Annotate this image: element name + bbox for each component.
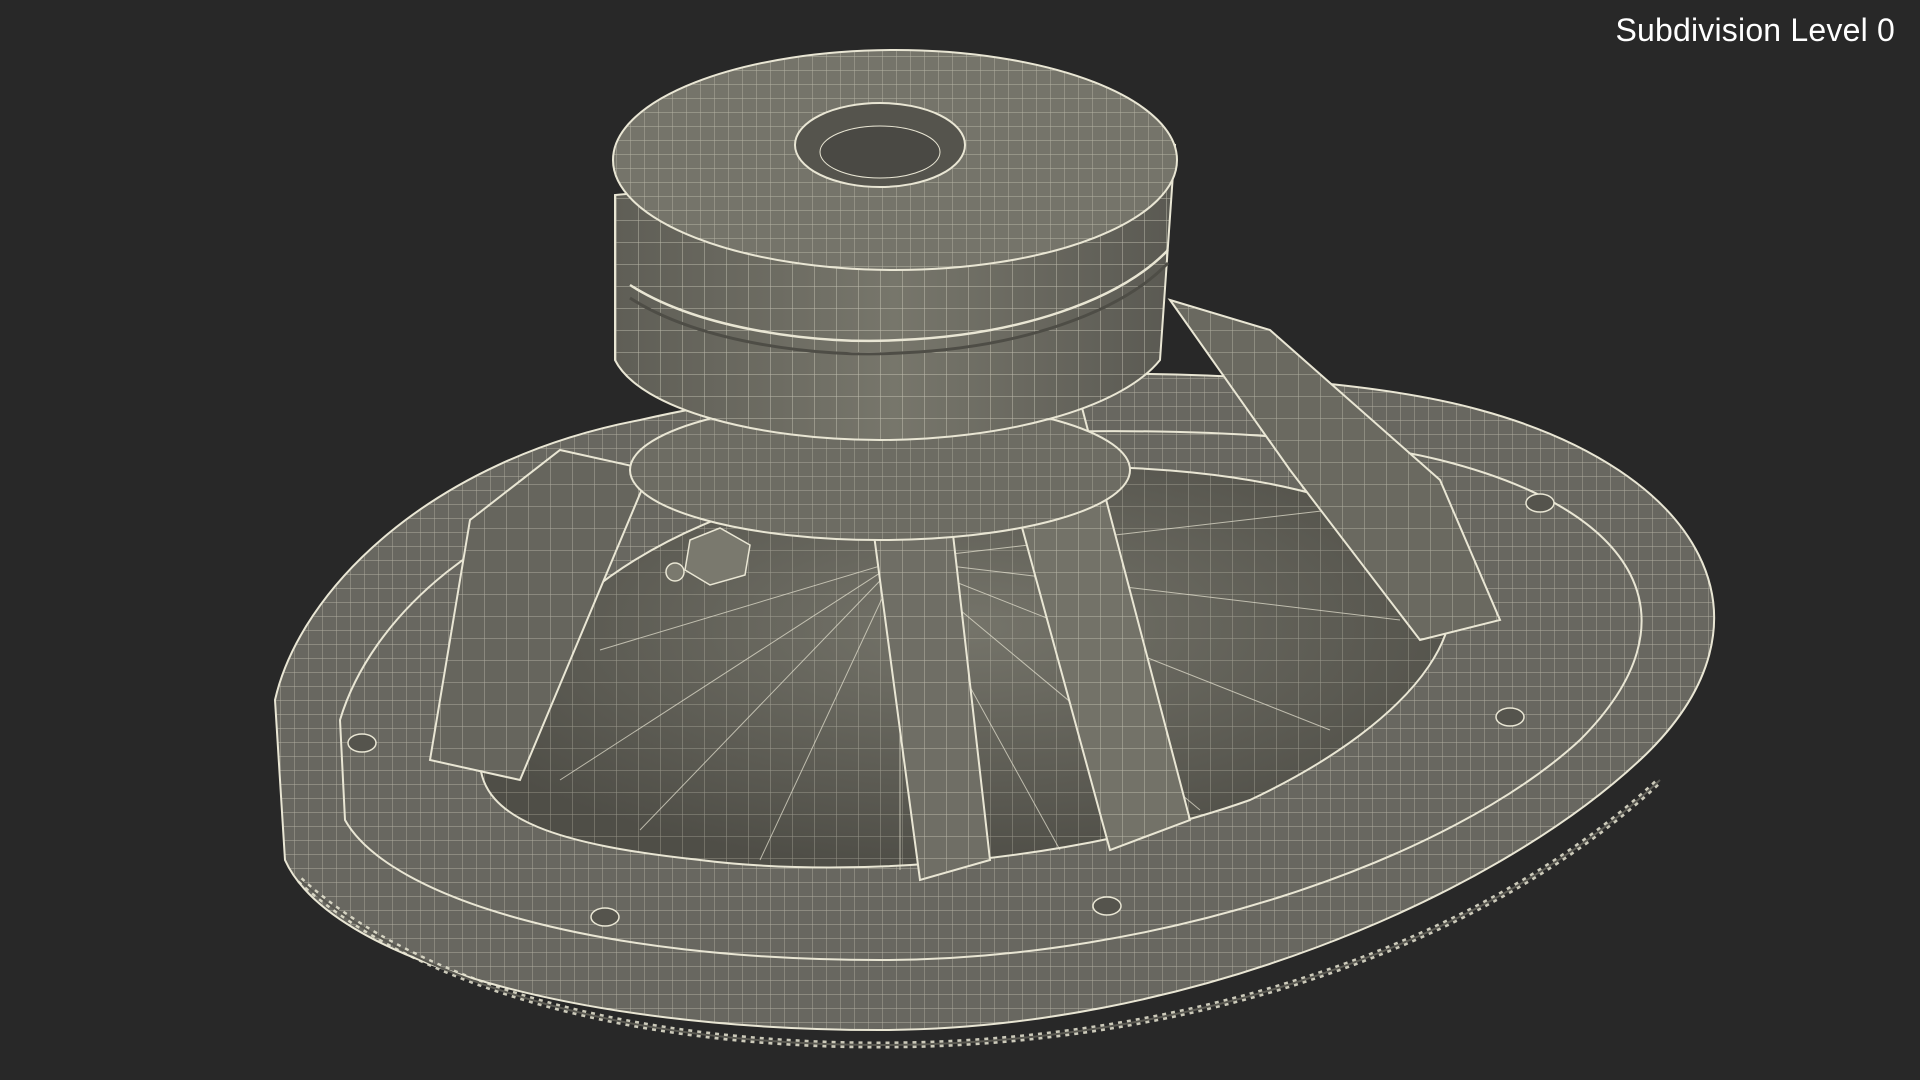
magnet-assembly bbox=[612, 49, 1178, 442]
speaker-wireframe-model bbox=[273, 49, 1715, 1049]
mounting-hole bbox=[1092, 896, 1122, 916]
mounting-hole bbox=[1495, 707, 1525, 727]
3d-viewport[interactable]: Subdivision Level 0 bbox=[0, 0, 1920, 1080]
mounting-hole bbox=[590, 907, 620, 927]
mounting-hole bbox=[1525, 493, 1555, 513]
mounting-hole bbox=[347, 733, 377, 753]
